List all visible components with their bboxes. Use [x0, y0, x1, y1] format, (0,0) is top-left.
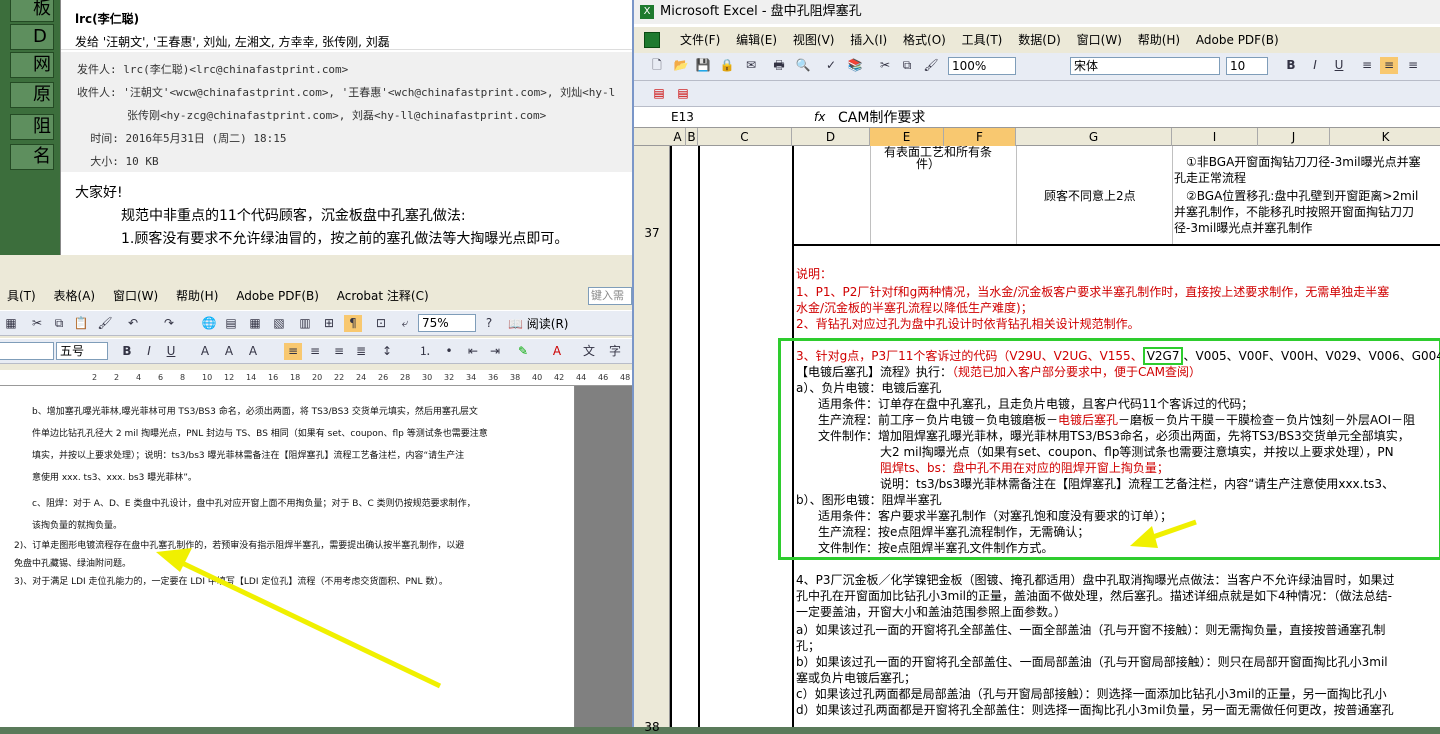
annotation-arrows — [156, 519, 1197, 689]
arrow-icon — [156, 548, 442, 689]
arrow-icon — [1130, 519, 1197, 548]
